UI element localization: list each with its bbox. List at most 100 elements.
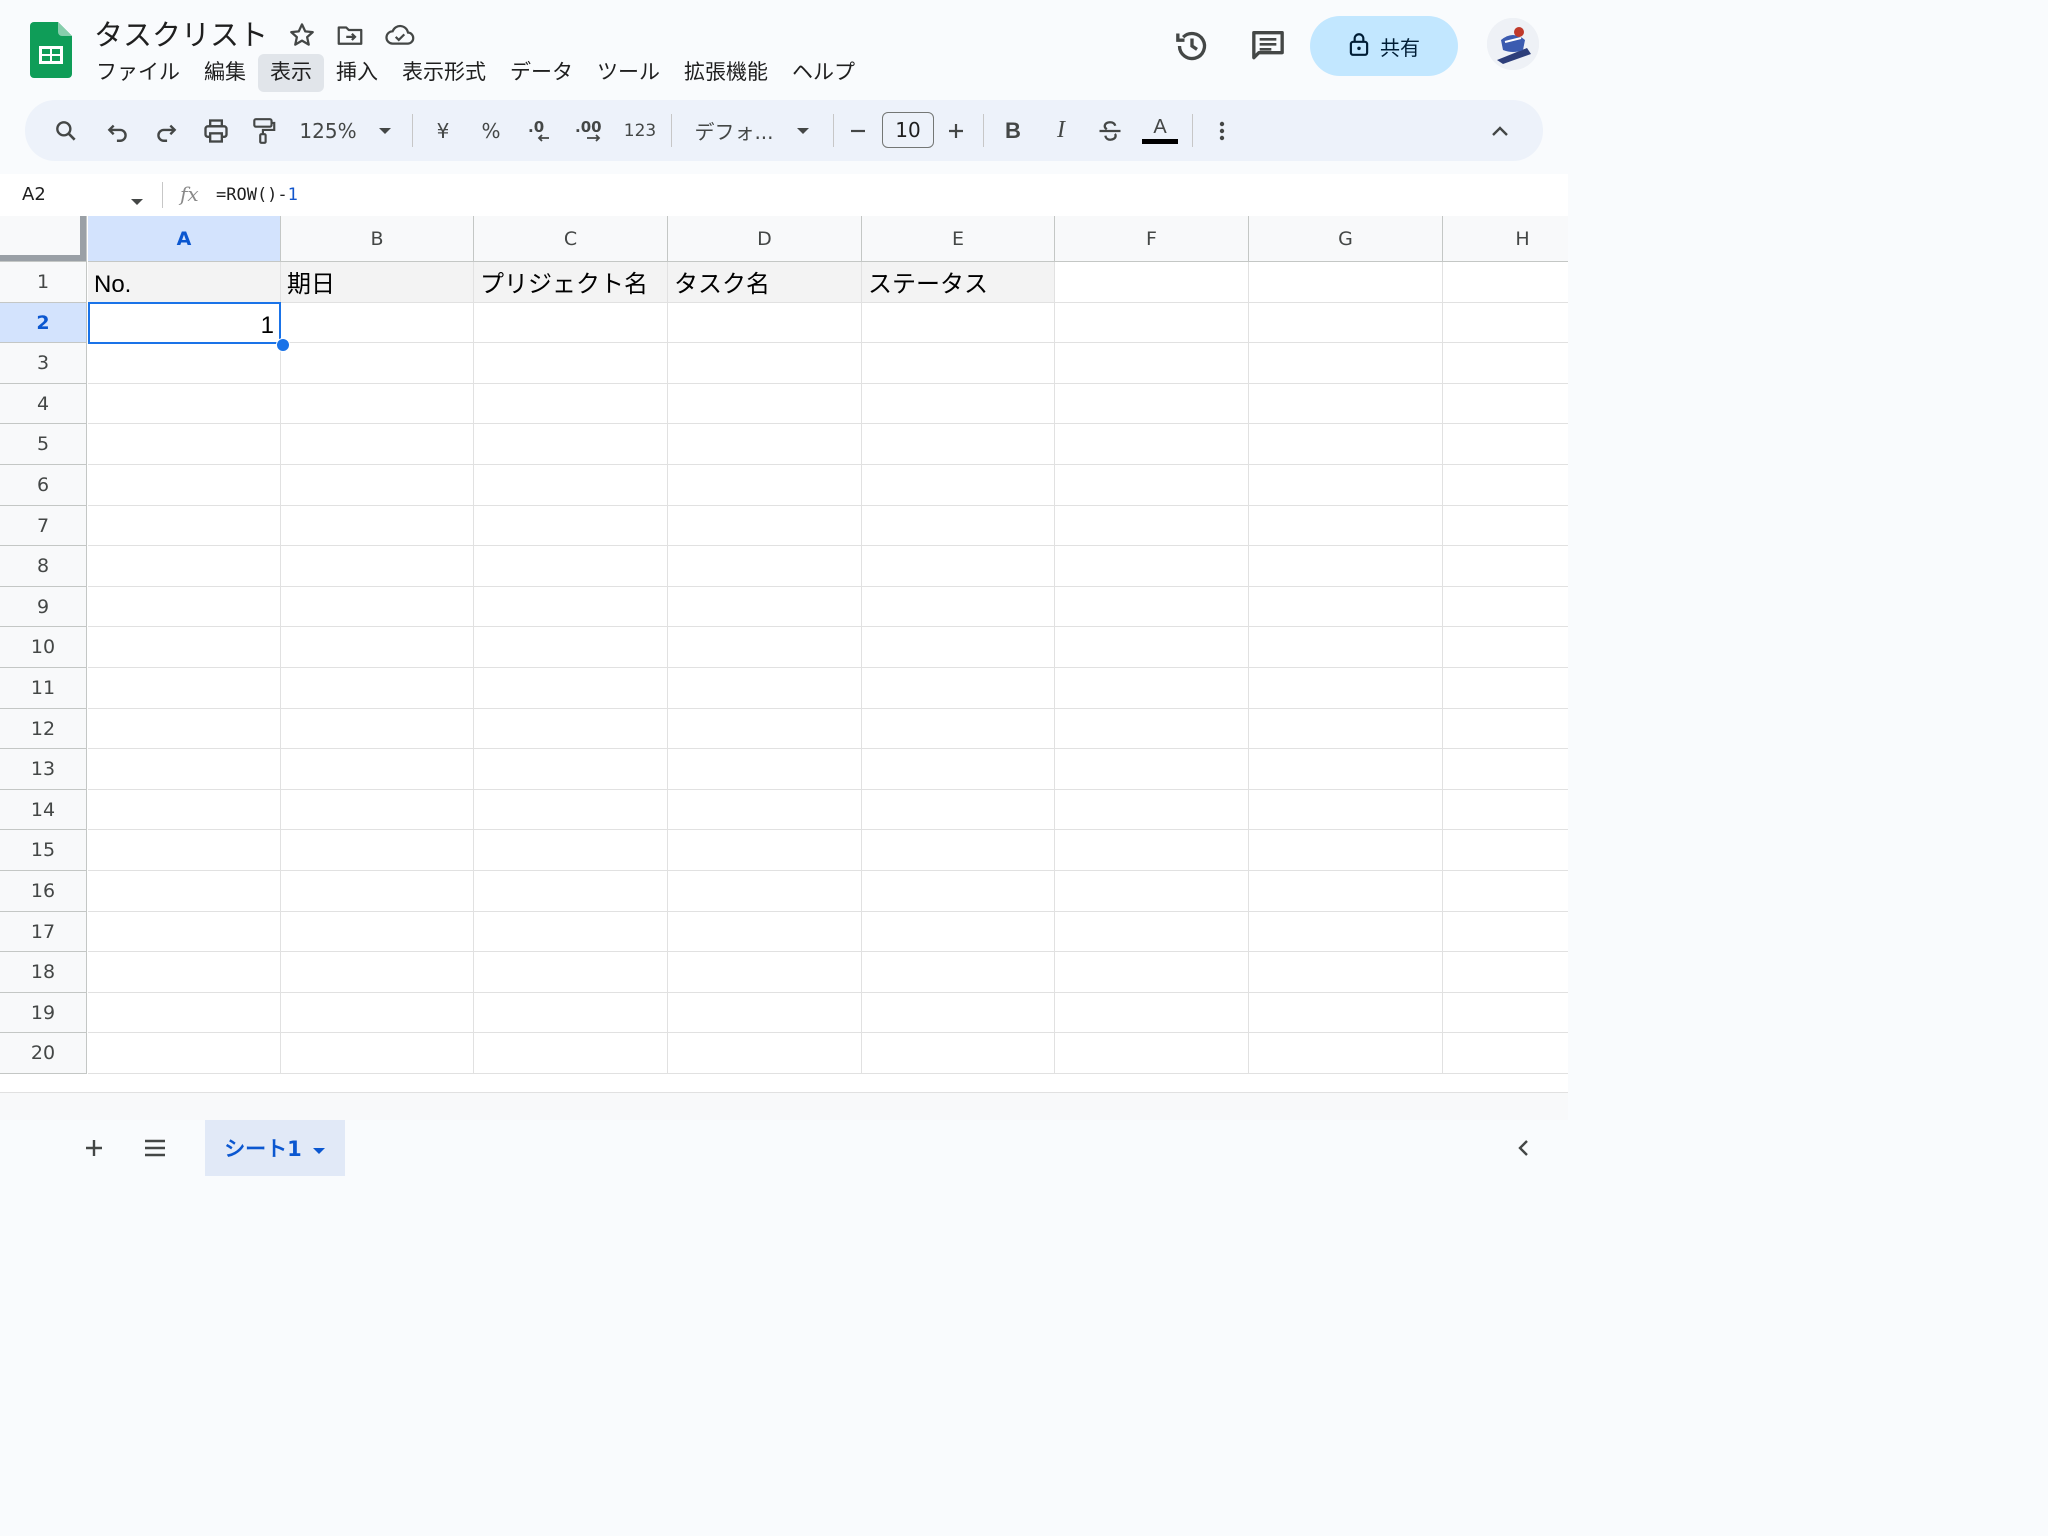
cell[interactable] [862,708,1055,750]
chevron-down-icon[interactable] [130,191,144,210]
document-title[interactable]: タスクリスト [94,12,268,54]
cell[interactable] [1055,546,1249,587]
column-header[interactable]: A [88,216,281,262]
percent-format-button[interactable]: % [477,100,505,161]
menu-data[interactable]: データ [498,54,585,92]
header-cell[interactable]: タスク名 [668,262,862,303]
cell[interactable] [281,546,474,587]
cell[interactable] [1443,262,1568,303]
cell[interactable] [281,749,474,790]
cell[interactable] [1055,383,1249,425]
cell[interactable] [1443,830,1568,871]
cell[interactable] [668,992,862,1034]
cell[interactable] [668,952,862,993]
cell[interactable] [474,992,668,1034]
cell[interactable] [281,871,474,912]
cell[interactable] [668,465,862,506]
row-header[interactable]: 16 [0,871,87,912]
more-formats-button[interactable]: 123 [621,100,659,161]
share-button[interactable]: 共有 [1310,16,1458,76]
cell[interactable] [1055,830,1249,871]
cell[interactable] [1249,708,1443,750]
header-cell[interactable]: ステータス [862,262,1055,303]
column-header[interactable]: D [668,216,862,262]
search-menus-icon[interactable] [49,100,83,161]
cell[interactable] [474,830,668,871]
cell[interactable] [88,708,281,750]
column-header[interactable]: E [862,216,1055,262]
cell[interactable] [1249,952,1443,993]
cell[interactable] [1443,587,1568,628]
cell[interactable] [474,749,668,790]
menu-edit[interactable]: 編集 [192,54,258,92]
font-family-select[interactable]: デフォ... [690,100,778,161]
row-header[interactable]: 3 [0,343,87,384]
cell[interactable] [668,627,862,668]
cell[interactable] [281,789,474,831]
row-header[interactable]: 4 [0,383,87,425]
cell[interactable] [668,343,862,384]
cell[interactable] [668,668,862,709]
increase-font-size-icon[interactable] [943,100,969,161]
text-color-button[interactable]: A [1141,100,1179,161]
cell[interactable] [1443,952,1568,993]
cell[interactable] [668,749,862,790]
cell[interactable] [88,911,281,953]
cell[interactable] [1443,424,1568,465]
cell[interactable] [88,343,281,384]
cell[interactable] [1443,384,1568,425]
cell[interactable] [862,343,1055,384]
cell[interactable] [1249,424,1443,465]
cell[interactable] [1055,992,1249,1034]
undo-icon[interactable] [103,100,133,161]
cell[interactable] [1055,668,1249,709]
cell[interactable] [88,586,281,628]
cell[interactable] [1055,952,1249,993]
column-header[interactable]: C [474,216,668,262]
account-avatar[interactable] [1487,18,1539,70]
cell[interactable] [88,505,281,547]
row-header[interactable]: 5 [0,424,87,465]
more-options-icon[interactable] [1210,100,1234,161]
column-header[interactable]: B [281,216,474,262]
cell[interactable] [1055,424,1249,465]
header-cell[interactable]: 期日 [281,262,474,303]
cell[interactable] [88,952,281,993]
fill-handle[interactable] [276,338,290,352]
cell[interactable] [474,424,668,465]
cell[interactable] [862,505,1055,547]
cell[interactable] [281,911,474,953]
menu-insert[interactable]: 挿入 [324,54,390,92]
cell[interactable] [862,668,1055,709]
header-cell[interactable]: No. [88,262,281,303]
cell[interactable] [474,586,668,628]
cell[interactable] [88,424,281,465]
cell[interactable] [88,465,281,506]
cell[interactable] [1249,992,1443,1034]
strikethrough-icon[interactable] [1095,100,1125,161]
cell[interactable] [1443,871,1568,912]
cell[interactable] [88,830,281,871]
cell[interactable] [1443,749,1568,790]
cell[interactable] [1055,302,1249,344]
cell[interactable] [88,789,281,831]
decrease-font-size-icon[interactable] [845,100,871,161]
cell[interactable] [1443,790,1568,831]
cell[interactable] [281,830,474,871]
name-box[interactable]: A2 [22,184,46,205]
cell[interactable] [1249,302,1443,344]
row-header[interactable]: 18 [0,952,87,993]
row-header[interactable]: 1 [0,262,87,303]
cell[interactable] [1249,505,1443,547]
paint-format-icon[interactable] [249,100,279,161]
cell[interactable] [1249,343,1443,384]
row-header[interactable]: 7 [0,505,87,547]
print-icon[interactable] [200,100,232,161]
cell[interactable] [281,424,474,465]
cell[interactable] [281,668,474,709]
redo-icon[interactable] [151,100,181,161]
column-header[interactable]: F [1055,216,1249,262]
move-to-folder-icon[interactable] [335,20,365,50]
cell[interactable] [1055,1033,1249,1074]
cell[interactable] [474,668,668,709]
